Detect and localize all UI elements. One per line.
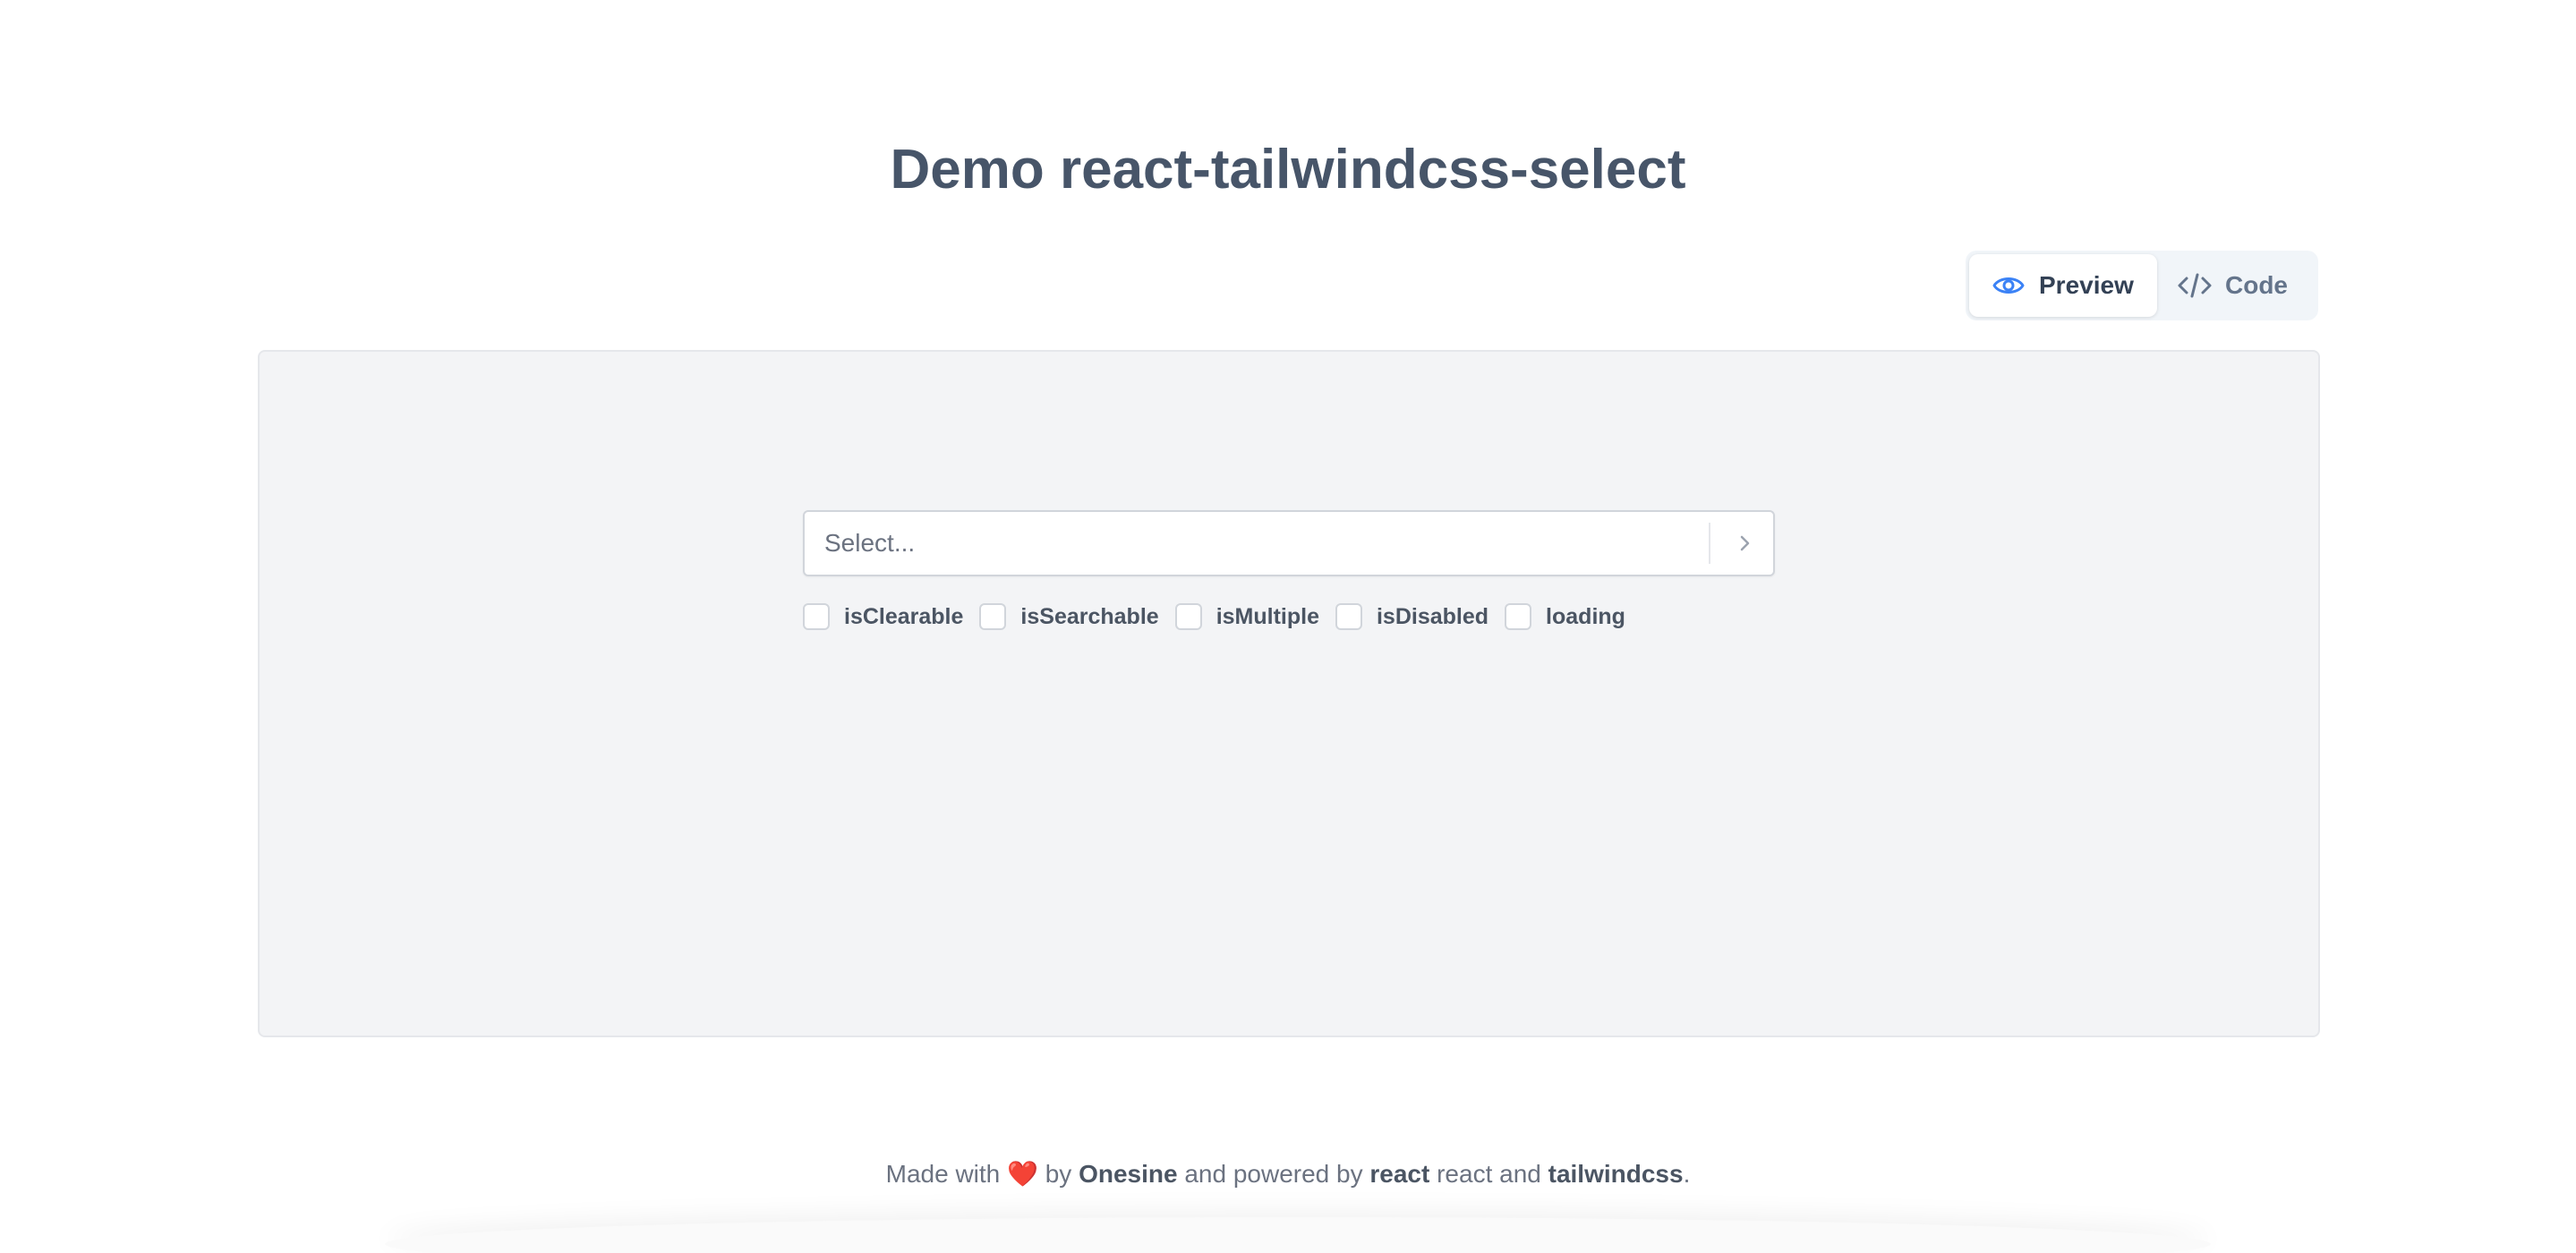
footer-period: . — [1683, 1160, 1691, 1188]
option-ismultiple[interactable]: isMultiple — [1174, 603, 1319, 630]
preview-button[interactable]: Preview — [1969, 254, 2157, 317]
select-input[interactable]: Select... — [803, 510, 1775, 576]
code-icon — [2177, 271, 2213, 300]
bottom-fade — [385, 1217, 2211, 1253]
eye-icon — [1991, 271, 2026, 300]
isdisabled-checkbox[interactable] — [1335, 603, 1362, 630]
select-placeholder: Select... — [824, 529, 916, 557]
option-isclearable[interactable]: isClearable — [803, 603, 963, 630]
page: Demo react-tailwindcss-select Preview Co… — [0, 0, 2576, 1253]
view-toggle: Preview Code — [1966, 251, 2318, 320]
isclearable-checkbox[interactable] — [803, 603, 830, 630]
footer: Made with ❤️ by Onesine and powered by r… — [0, 1156, 2576, 1192]
select-divider — [1709, 523, 1710, 564]
option-isdisabled[interactable]: isDisabled — [1335, 603, 1488, 630]
preview-label: Preview — [2039, 271, 2134, 299]
page-title: Demo react-tailwindcss-select — [890, 139, 1686, 200]
heart-icon: ❤️ — [1007, 1160, 1038, 1188]
author-link[interactable]: Onesine — [1079, 1160, 1177, 1188]
option-label: isClearable — [844, 603, 964, 629]
option-loading[interactable]: loading — [1505, 603, 1625, 630]
option-label: isDisabled — [1376, 603, 1489, 629]
issearchable-checkbox[interactable] — [979, 603, 1007, 630]
chevron-right-icon[interactable] — [1718, 512, 1771, 575]
code-button[interactable]: Code — [2162, 254, 2315, 317]
footer-powered-by: and powered by — [1184, 1160, 1363, 1188]
footer-and: and — [1499, 1160, 1541, 1188]
footer-made-with: Made with — [885, 1160, 1001, 1188]
footer-by: by — [1045, 1160, 1072, 1188]
ismultiple-checkbox[interactable] — [1174, 603, 1202, 630]
preview-panel — [258, 350, 2320, 1037]
option-label: isMultiple — [1215, 603, 1319, 629]
footer-react-text: react — [1437, 1160, 1493, 1188]
option-issearchable[interactable]: isSearchable — [979, 603, 1159, 630]
code-label: Code — [2225, 271, 2288, 299]
tailwindcss-link[interactable]: tailwindcss — [1548, 1160, 1684, 1188]
select-options: isClearable isSearchable isMultiple isDi… — [803, 601, 1642, 632]
loading-checkbox[interactable] — [1505, 603, 1532, 630]
option-label: isSearchable — [1020, 603, 1159, 629]
react-link[interactable]: react — [1369, 1160, 1429, 1188]
option-label: loading — [1546, 603, 1625, 629]
